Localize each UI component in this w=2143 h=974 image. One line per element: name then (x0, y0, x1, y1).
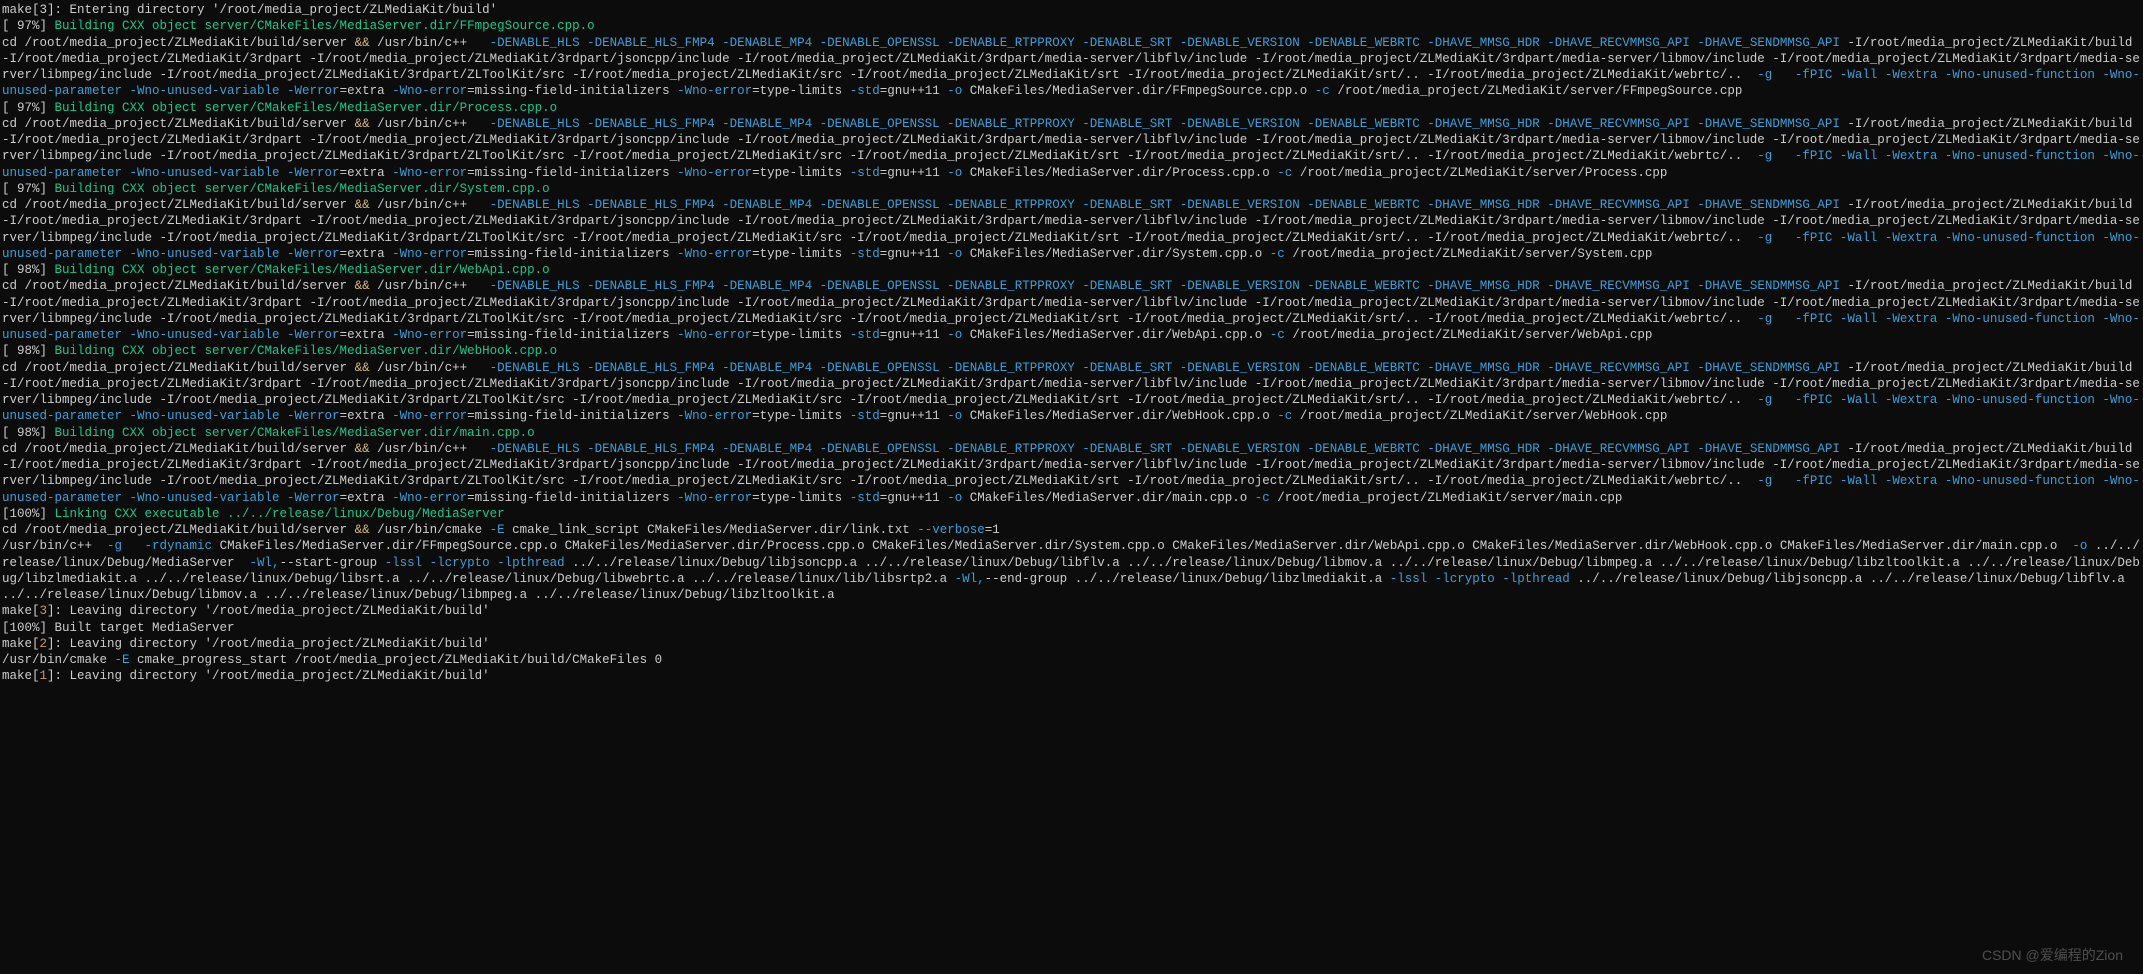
link-header: [100%] Linking CXX executable ../../rele… (2, 506, 2141, 522)
compile-cmd: cd /root/media_project/ZLMediaKit/build/… (2, 197, 2141, 262)
build-step-header: [ 98%] Building CXX object server/CMakeF… (2, 425, 2141, 441)
compile-cmd: cd /root/media_project/ZLMediaKit/build/… (2, 35, 2141, 100)
compile-cmd: cd /root/media_project/ZLMediaKit/build/… (2, 278, 2141, 343)
compile-cmd: cd /root/media_project/ZLMediaKit/build/… (2, 441, 2141, 506)
link-cmd: /usr/bin/c++ -g -rdynamic CMakeFiles/Med… (2, 538, 2141, 603)
make-leave-3: make[3]: Leaving directory '/root/media_… (2, 603, 2141, 619)
build-step-header: [ 97%] Building CXX object server/CMakeF… (2, 100, 2141, 116)
make-enter: make[3]: Entering directory '/root/media… (2, 2, 2141, 18)
built-target: [100%] Built target MediaServer (2, 620, 2141, 636)
make-leave-1: make[1]: Leaving directory '/root/media_… (2, 668, 2141, 684)
terminal-output: make[3]: Entering directory '/root/media… (2, 2, 2141, 685)
link-script: cd /root/media_project/ZLMediaKit/build/… (2, 522, 2141, 538)
build-step-header: [ 97%] Building CXX object server/CMakeF… (2, 18, 2141, 34)
compile-cmd: cd /root/media_project/ZLMediaKit/build/… (2, 360, 2141, 425)
make-leave-2: make[2]: Leaving directory '/root/media_… (2, 636, 2141, 652)
build-step-header: [ 98%] Building CXX object server/CMakeF… (2, 262, 2141, 278)
build-step-header: [ 98%] Building CXX object server/CMakeF… (2, 343, 2141, 359)
cmake-progress: /usr/bin/cmake -E cmake_progress_start /… (2, 652, 2141, 668)
compile-cmd: cd /root/media_project/ZLMediaKit/build/… (2, 116, 2141, 181)
build-step-header: [ 97%] Building CXX object server/CMakeF… (2, 181, 2141, 197)
watermark: CSDN @爱编程的Zion (1982, 946, 2123, 964)
